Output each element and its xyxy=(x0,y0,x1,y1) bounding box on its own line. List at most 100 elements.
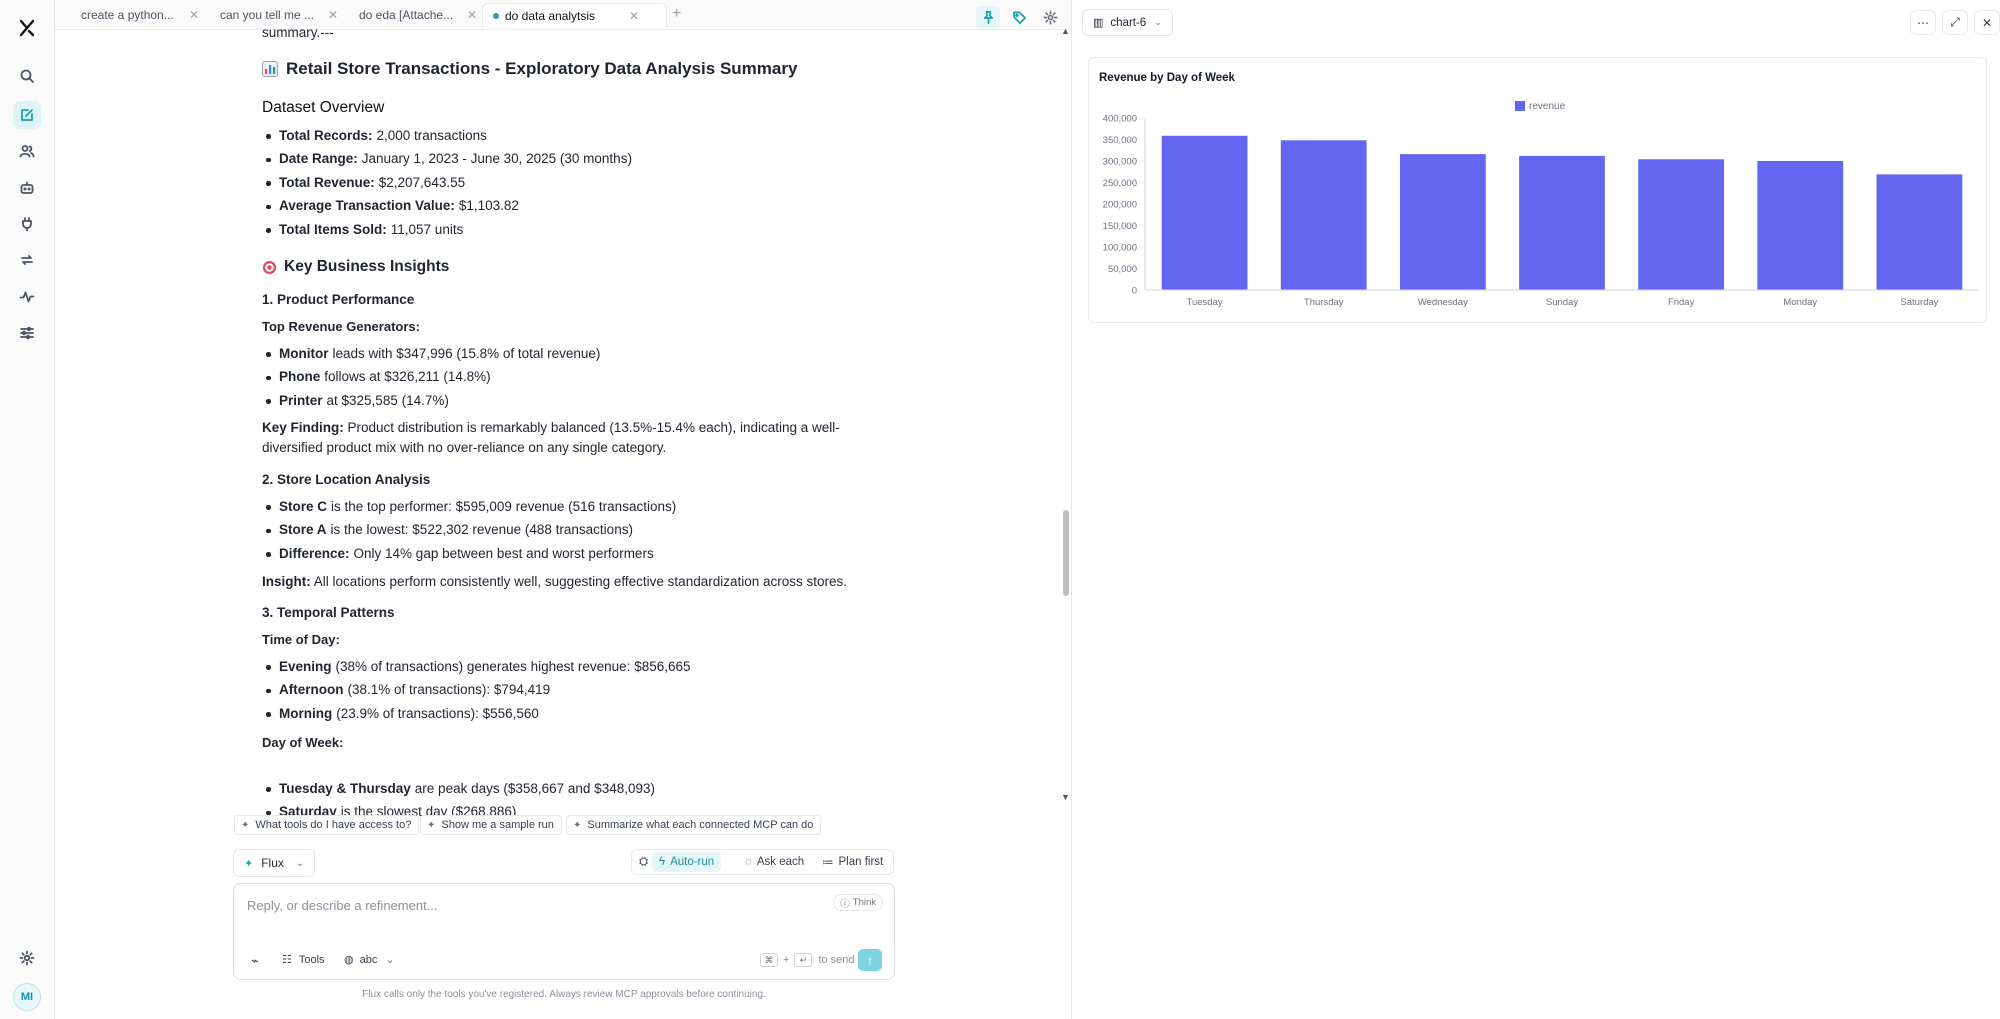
bar-tuesday[interactable] xyxy=(1161,135,1248,290)
model-selector[interactable]: ✦ Flux ⌄ xyxy=(233,849,315,877)
bot-mode-icon[interactable]: ⛭ xyxy=(634,852,653,872)
flux-sparkle-icon: ✦ xyxy=(244,857,254,870)
bar-monday[interactable] xyxy=(1757,161,1844,290)
chart-panel: ▥ chart-6 ⌄ ⋯ ⤢ ✕ Revenue by Day of Week… xyxy=(1072,0,2000,1019)
item-value: leads with $347,996 (15.8% of total reve… xyxy=(332,345,601,361)
user-avatar[interactable]: MI xyxy=(13,983,41,1011)
item-value: Only 14% gap between best and worst perf… xyxy=(353,545,654,561)
item-value: is the top performer: $595,009 revenue (… xyxy=(331,498,677,514)
item-value: 2,000 transactions xyxy=(376,127,487,143)
insights-heading-text: Key Business Insights xyxy=(284,258,450,275)
mode-auto-run[interactable]: ϟ Auto-run xyxy=(652,852,722,872)
close-panel-icon[interactable]: ✕ xyxy=(1974,10,2000,35)
sliders-icon[interactable] xyxy=(13,319,41,347)
scroll-up-icon[interactable]: ▲ xyxy=(1061,26,1070,36)
bar-wednesday[interactable] xyxy=(1399,154,1486,290)
mode-label: Ask each xyxy=(756,856,805,868)
y-tick-label: 200,000 xyxy=(1103,200,1137,211)
list-item: Total Revenue: $2,207,643.55 xyxy=(262,171,902,195)
scroll-down-icon[interactable]: ▼ xyxy=(1061,792,1070,802)
tab-bar: create a python... ✕ can you tell me ... ✕… xyxy=(55,0,1071,30)
item-key: Difference: xyxy=(279,545,350,561)
item-key: Store A xyxy=(279,522,327,538)
input-toolbar: ⌁ ☷ Tools ◍ abc ⌄ ⌘ + ↵ to send ↑ xyxy=(234,943,894,979)
users-icon[interactable] xyxy=(13,137,41,165)
settings-gear-icon[interactable] xyxy=(13,944,41,972)
x-tick-label: Thursday xyxy=(1304,297,1344,308)
item-key: Monitor xyxy=(279,345,329,361)
new-tab-plus-icon[interactable]: + xyxy=(672,5,681,23)
item-value: $2,207,643.55 xyxy=(378,174,466,190)
insight-label: Insight: xyxy=(262,574,311,589)
chart-selector[interactable]: ▥ chart-6 ⌄ xyxy=(1082,9,1173,36)
x-tick-label: Saturday xyxy=(1900,297,1938,308)
enter-key-icon: ↵ xyxy=(794,953,813,967)
composer-footnote: Flux calls only the tools you've registe… xyxy=(362,989,766,1000)
bars xyxy=(1161,135,1963,290)
message-input[interactable]: Reply, or describe a refinement... ⓘ Thin… xyxy=(233,883,895,980)
suggestion-chip[interactable]: ✦ Show me a sample run xyxy=(420,815,562,835)
item-key: Phone xyxy=(279,369,321,385)
insight-text: All locations perform consistently well,… xyxy=(313,574,848,589)
more-options-icon[interactable]: ⋯ xyxy=(1910,10,1936,35)
sparkle-icon: ✦ xyxy=(241,819,250,831)
compose-icon[interactable] xyxy=(13,101,41,129)
tab-label: can you tell me ... xyxy=(220,8,315,22)
overview-list: Total Records: 2,000 transactions Date Ra… xyxy=(262,124,902,242)
chart-bar-icon: ▥ xyxy=(1093,17,1104,29)
suggestion-chip[interactable]: ✦ What tools do I have access to? xyxy=(234,815,420,835)
tab-label: do eda [Attache... xyxy=(359,8,454,22)
tools-label: Tools xyxy=(298,953,325,966)
time-of-day-list: Evening (38% of transactions) generates h… xyxy=(262,655,902,726)
tools-button[interactable]: ☷ Tools xyxy=(282,953,325,967)
close-icon[interactable]: ✕ xyxy=(467,8,477,22)
tag-icon[interactable] xyxy=(1007,6,1031,28)
arrow-up-icon: ↑ xyxy=(866,952,874,968)
item-key: Total Records: xyxy=(279,127,373,143)
finding-label: Key Finding: xyxy=(262,420,344,435)
tab-do-eda[interactable]: do eda [Attache... ✕ xyxy=(333,3,477,27)
gear-icon[interactable] xyxy=(1038,6,1062,28)
item-value: (38% of transactions) generates highest … xyxy=(335,658,691,674)
list-item: Morning (23.9% of transactions): $556,560 xyxy=(262,702,902,726)
activity-icon[interactable] xyxy=(13,283,41,311)
mode-ask-each[interactable]: ◌ Ask each xyxy=(738,852,811,872)
x-axis: Tuesday Thursday Wednesday Sunday Friday Mond… xyxy=(1145,289,1979,308)
list-item: Store Cis the top performer: $595,009 re… xyxy=(262,495,902,519)
send-button[interactable]: ↑ xyxy=(858,949,882,971)
chevron-down-icon: ⌄ xyxy=(385,954,395,966)
bar-sunday[interactable] xyxy=(1519,155,1605,290)
store-insight-paragraph: Insight: All locations perform consisten… xyxy=(262,572,892,592)
item-key: Total Items Sold: xyxy=(279,221,387,237)
bot-icon[interactable] xyxy=(13,174,41,202)
chat-scrollbar[interactable]: ▲ ▼ xyxy=(1061,26,1071,805)
tab-create-python[interactable]: create a python... ✕ xyxy=(55,3,199,27)
search-icon[interactable] xyxy=(13,62,41,90)
item-key: Store C xyxy=(279,498,328,514)
bar-saturday[interactable] xyxy=(1876,174,1963,290)
x-tick-label: Monday xyxy=(1783,297,1817,308)
expand-icon[interactable]: ⤢ xyxy=(1942,10,1968,35)
input-placeholder: Reply, or describe a refinement... xyxy=(247,898,438,913)
suggestion-chip[interactable]: ✦ Summarize what each connected MCP can d… xyxy=(566,815,822,835)
chevron-down-icon: ⌄ xyxy=(295,857,305,869)
store-location-heading: 2. Store Location Analysis xyxy=(262,472,431,487)
close-icon[interactable]: ✕ xyxy=(629,9,639,23)
tab-do-data-analytsis[interactable]: do data analytsis ✕ xyxy=(482,3,667,27)
item-key: Average Transaction Value: xyxy=(279,198,455,214)
list-item: Total Records: 2,000 transactions xyxy=(262,124,902,148)
bar-thursday[interactable] xyxy=(1280,140,1367,290)
language-selector[interactable]: ◍ abc ⌄ xyxy=(344,953,395,967)
sync-icon[interactable] xyxy=(13,246,41,274)
app-logo-icon[interactable] xyxy=(17,18,37,38)
mode-plan-first[interactable]: ≔ Plan first xyxy=(815,852,890,872)
think-toggle[interactable]: ⓘ Think xyxy=(833,894,883,911)
plug-icon[interactable] xyxy=(13,210,41,238)
attach-paperclip-icon[interactable]: ⌁ xyxy=(251,953,259,969)
bar-chart-emoji-icon xyxy=(262,61,278,78)
bar-friday[interactable] xyxy=(1638,159,1725,290)
pin-icon[interactable] xyxy=(976,6,1000,28)
revenue-bar-chart: revenue 0 50,000 100,000 150,000 200,000 250,… xyxy=(1103,101,1979,308)
item-value: is the lowest: $522,302 revenue (488 tra… xyxy=(330,522,633,538)
scroll-thumb[interactable] xyxy=(1063,510,1069,596)
